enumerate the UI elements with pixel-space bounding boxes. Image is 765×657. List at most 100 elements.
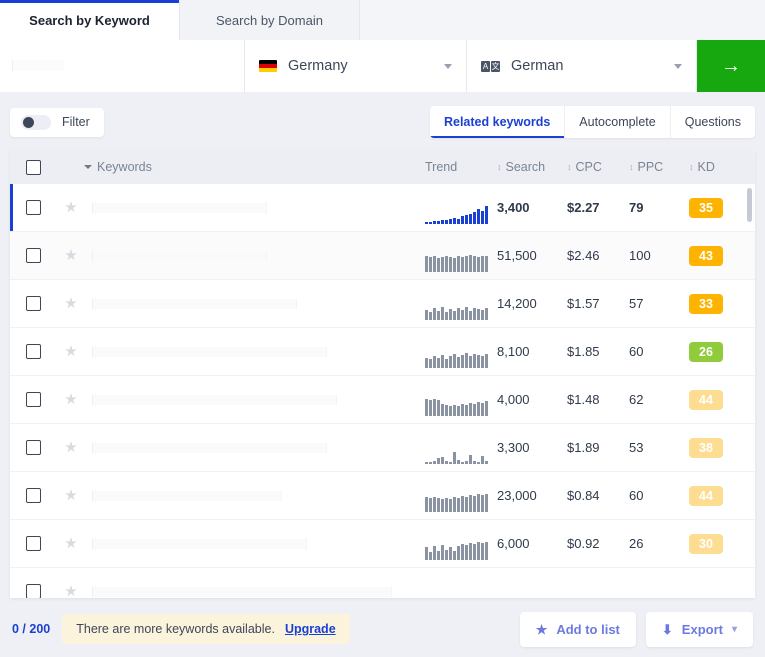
star-icon[interactable]: ★: [64, 536, 77, 551]
chevron-down-icon: [674, 63, 682, 69]
keyword-cell[interactable]: [86, 232, 425, 280]
column-header-cpc[interactable]: ↕ CPC: [567, 160, 629, 174]
keyword-cell[interactable]: [86, 184, 425, 232]
row-checkbox-cell[interactable]: [10, 392, 56, 407]
table-row[interactable]: ★ 3,400 $2.27 79 35: [10, 184, 755, 232]
row-favorite-cell[interactable]: ★: [56, 200, 86, 215]
table-header-row: Keywords Trend ↕ Search ↕ CPC ↕ PPC ↕ KD: [10, 150, 755, 184]
language-select-label: German: [511, 58, 564, 74]
table-row[interactable]: ★ 14,200 $1.57 57 33: [10, 280, 755, 328]
row-favorite-cell[interactable]: ★: [56, 344, 86, 359]
star-icon[interactable]: ★: [64, 248, 77, 263]
column-header-cpc-label: CPC: [575, 160, 602, 174]
row-checkbox[interactable]: [25, 344, 41, 359]
column-header-keywords[interactable]: Keywords: [56, 160, 425, 174]
translate-icon-glyph-b: 文: [491, 60, 500, 72]
row-checkbox[interactable]: [25, 200, 41, 215]
table-scrollbar-thumb[interactable]: [747, 188, 752, 222]
sort-icon: ↕: [689, 161, 694, 172]
tab-related-keywords[interactable]: Related keywords: [430, 106, 564, 138]
column-header-keywords-label: Keywords: [97, 160, 152, 174]
select-all-header[interactable]: [10, 159, 56, 175]
search-volume-cell: 23,000: [497, 488, 537, 503]
keyword-cell[interactable]: [86, 376, 425, 424]
keyword-cell[interactable]: [86, 472, 425, 520]
row-checkbox[interactable]: [25, 536, 41, 551]
add-to-list-button[interactable]: ★ Add to list: [519, 611, 636, 647]
row-favorite-cell[interactable]: ★: [56, 296, 86, 311]
search-volume-cell: 4,000: [497, 392, 530, 407]
keyword-cell[interactable]: [86, 520, 425, 568]
row-checkbox[interactable]: [25, 440, 41, 455]
column-header-kd[interactable]: ↕ KD: [689, 160, 755, 174]
country-select[interactable]: Germany: [245, 40, 467, 92]
row-favorite-cell[interactable]: ★: [56, 584, 86, 598]
selection-counter: 0 / 200: [12, 622, 51, 636]
row-favorite-cell[interactable]: ★: [56, 248, 86, 263]
star-icon[interactable]: ★: [64, 488, 77, 503]
row-favorite-cell[interactable]: ★: [56, 392, 86, 407]
table-row[interactable]: ★ 51,500 $2.46 100 43: [10, 232, 755, 280]
table-body: ★ 3,400 $2.27 79 35 ★ 51,500 $2.46 100 43 ★ 14,200 $…: [10, 184, 755, 598]
tab-search-by-domain[interactable]: Search by Domain: [180, 0, 360, 40]
row-favorite-cell[interactable]: ★: [56, 488, 86, 503]
keyword-input-wrapper[interactable]: [0, 40, 245, 92]
row-checkbox-cell[interactable]: [10, 584, 56, 598]
star-icon[interactable]: ★: [64, 392, 77, 407]
keyword-cell[interactable]: [86, 568, 425, 599]
row-checkbox[interactable]: [25, 488, 41, 503]
table-row[interactable]: ★ 4,000 $1.48 62 44: [10, 376, 755, 424]
language-select[interactable]: A 文 German: [467, 40, 697, 92]
keyword-cell[interactable]: [86, 280, 425, 328]
table-row[interactable]: ★ 6,000 $0.92 26 30: [10, 520, 755, 568]
sort-desc-icon: [84, 165, 92, 169]
row-checkbox-cell[interactable]: [10, 296, 56, 311]
keyword-cell[interactable]: [86, 328, 425, 376]
row-favorite-cell[interactable]: ★: [56, 536, 86, 551]
filter-toggle-button[interactable]: Filter: [10, 107, 104, 137]
table-row[interactable]: ★ 8,100 $1.85 60 26: [10, 328, 755, 376]
translate-icon: A 文: [481, 60, 500, 72]
row-checkbox[interactable]: [25, 584, 41, 598]
kd-badge: 30: [689, 533, 723, 554]
search-submit-button[interactable]: →: [697, 40, 765, 92]
tab-search-by-keyword[interactable]: Search by Keyword: [0, 0, 180, 40]
kd-badge: 26: [689, 341, 723, 362]
star-icon[interactable]: ★: [64, 584, 77, 598]
result-type-tabs: Related keywords Autocomplete Questions: [429, 106, 755, 138]
trend-sparkline: [425, 294, 488, 320]
row-checkbox[interactable]: [25, 392, 41, 407]
column-header-search[interactable]: ↕ Search: [497, 160, 567, 174]
column-header-search-label: Search: [505, 160, 546, 174]
table-row[interactable]: ★ 23,000 $0.84 60 44: [10, 472, 755, 520]
kd-badge: 43: [689, 245, 723, 266]
filter-toggle-switch[interactable]: [21, 114, 51, 130]
select-all-checkbox[interactable]: [25, 159, 41, 175]
star-icon[interactable]: ★: [64, 296, 77, 311]
column-header-ppc[interactable]: ↕ PPC: [629, 160, 689, 174]
star-icon[interactable]: ★: [64, 200, 77, 215]
row-checkbox-cell[interactable]: [10, 248, 56, 263]
export-button[interactable]: ⬇ Export ▾: [645, 611, 753, 647]
arrow-right-icon: →: [721, 54, 741, 77]
search-volume-cell: 6,000: [497, 536, 530, 551]
table-row[interactable]: ★ 3,300 $1.89 53 38: [10, 424, 755, 472]
trend-sparkline: [425, 390, 488, 416]
tab-autocomplete[interactable]: Autocomplete: [564, 106, 669, 138]
star-icon[interactable]: ★: [64, 344, 77, 359]
row-checkbox-cell[interactable]: [10, 200, 56, 215]
row-checkbox-cell[interactable]: [10, 440, 56, 455]
row-favorite-cell[interactable]: ★: [56, 440, 86, 455]
keyword-cell[interactable]: [86, 424, 425, 472]
row-checkbox-cell[interactable]: [10, 344, 56, 359]
table-row[interactable]: ★: [10, 568, 755, 598]
row-checkbox[interactable]: [25, 248, 41, 263]
upgrade-link[interactable]: Upgrade: [285, 622, 336, 636]
row-checkbox-cell[interactable]: [10, 536, 56, 551]
tab-questions[interactable]: Questions: [669, 106, 755, 138]
star-icon[interactable]: ★: [64, 440, 77, 455]
upgrade-message: There are more keywords available.: [76, 622, 275, 636]
row-checkbox-cell[interactable]: [10, 488, 56, 503]
kd-cell: 26: [689, 341, 755, 362]
row-checkbox[interactable]: [25, 296, 41, 311]
